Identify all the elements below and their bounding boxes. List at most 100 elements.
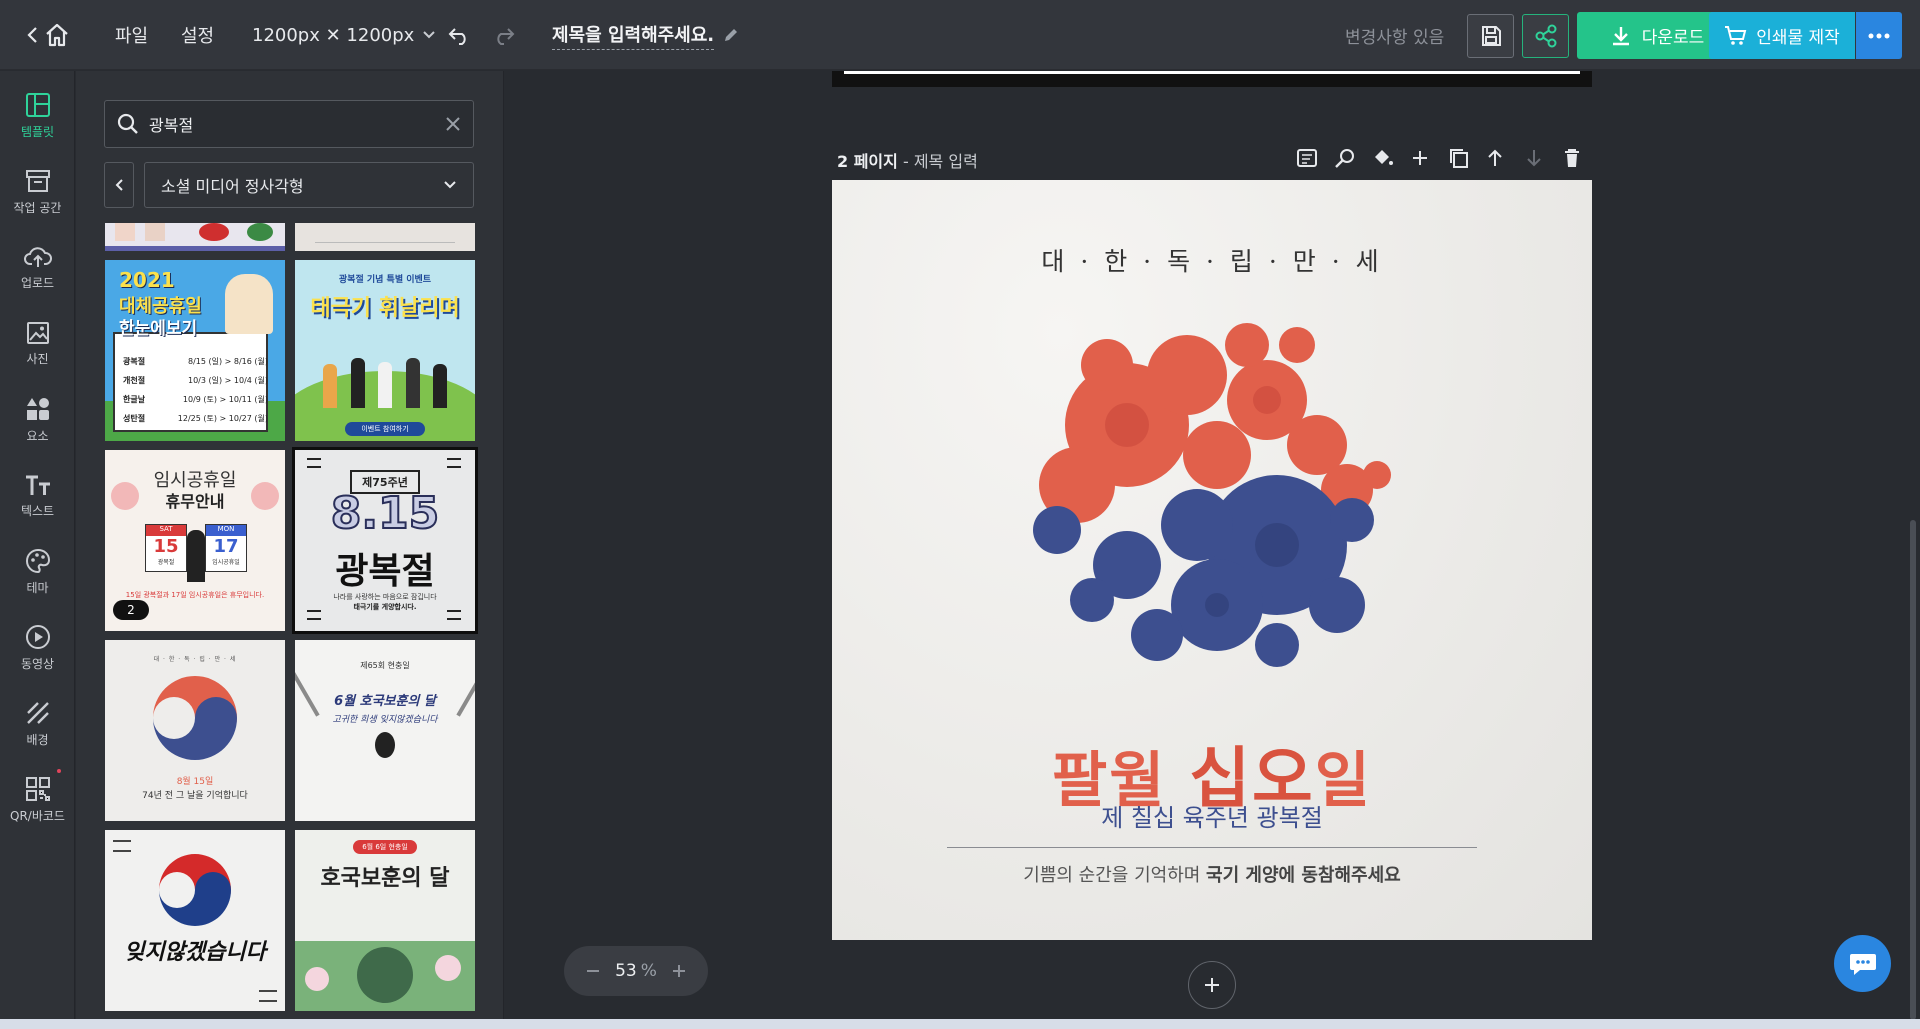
copy-icon — [1450, 149, 1468, 168]
cal-day: MON — [206, 525, 246, 536]
chat-support-button[interactable] — [1834, 935, 1891, 992]
rail-label: 요소 — [26, 429, 49, 443]
save-status: 변경사항 있음 — [1345, 27, 1445, 48]
rail-item-theme[interactable]: 테마 — [0, 537, 75, 607]
print-order-button[interactable]: 인쇄물 제작 — [1709, 12, 1855, 59]
duplicate-page-button[interactable] — [1448, 145, 1470, 171]
canvas-size-label: 1200px ✕ 1200px — [252, 24, 415, 46]
row-value: 12/25 (토) > 10/27 (월) — [177, 414, 268, 423]
template-thumb-partial[interactable] — [105, 223, 285, 251]
row-label: 성탄절 — [123, 414, 146, 423]
redo-icon — [497, 28, 515, 45]
zoom-control: 53% — [564, 946, 708, 996]
download-label: 다운로드 — [1641, 28, 1705, 48]
thumb-year: 2021 — [119, 268, 175, 292]
move-page-down-button[interactable] — [1525, 145, 1543, 171]
undo-button[interactable] — [447, 0, 471, 70]
zoom-in-icon[interactable] — [672, 964, 686, 978]
rail-item-templates[interactable]: 템플릿 — [0, 81, 75, 151]
print-label: 인쇄물 제작 — [1756, 28, 1840, 48]
workspace-icon — [25, 170, 50, 192]
page-title-input[interactable]: 제목 입력 — [914, 152, 978, 171]
rail-label: 작업 공간 — [13, 201, 62, 215]
back-home-button[interactable] — [26, 0, 70, 70]
page-magic-button[interactable] — [1334, 145, 1356, 171]
top-bar: 파일 설정 1200px ✕ 1200px 제목을 입력해주세요. 변경사항 있… — [0, 0, 1920, 70]
template-thumb-memorial-month[interactable]: 제65회 현충일 6월 호국보훈의 달 고귀한 희생 잊지않겠습니다 — [295, 640, 475, 821]
page-notes-button[interactable] — [1296, 145, 1318, 171]
previous-page-edge[interactable] — [832, 71, 1592, 87]
search-icon — [117, 113, 138, 134]
rail-label: 템플릿 — [20, 125, 55, 139]
browser-bottom-strip — [0, 1019, 1920, 1029]
template-thumb-holiday-calendar[interactable]: 2021 대체공휴일 한눈에보기 광복절 8/15 (일) > 8/16 (월) … — [105, 260, 285, 441]
rail-item-text[interactable]: 텍스트 — [0, 461, 75, 531]
rail-item-qr[interactable]: QR/바코드 — [0, 765, 75, 835]
template-thumb-815[interactable]: 제75주년 8.15 광복절 나라를 사랑하는 마음으로 잠깁니다 태극기를 게… — [292, 447, 478, 634]
rail-item-upload[interactable]: 업로드 — [0, 233, 75, 303]
document-title-text: 제목을 입력해주세요. — [552, 21, 715, 50]
elements-icon — [26, 398, 49, 420]
thumb-title: 잊지않겠습니다 — [124, 940, 266, 965]
chevron-down-icon — [423, 31, 436, 39]
template-thumb-never-forget[interactable]: 잊지않겠습니다 — [105, 830, 285, 1011]
more-dots-icon — [1868, 33, 1890, 38]
rail-item-photo[interactable]: 사진 — [0, 309, 75, 379]
chevron-down-icon — [444, 181, 456, 189]
share-button[interactable] — [1522, 14, 1569, 58]
category-back-button[interactable] — [104, 162, 134, 208]
search-input[interactable]: 광복절 — [149, 112, 435, 136]
cart-icon — [1725, 25, 1747, 45]
rail-label: 업로드 — [20, 276, 55, 290]
template-thumb-holiday-notice[interactable]: 임시공휴일 휴무안내 SAT 15 광복절 MON 17 임시공휴일 15일 광… — [105, 450, 285, 631]
pencil-icon — [725, 29, 738, 41]
thumb-button: 이벤트 참여하기 — [345, 422, 425, 436]
page-fill-button[interactable] — [1372, 145, 1394, 171]
menu-settings[interactable]: 설정 — [181, 0, 214, 70]
add-page-bottom-button[interactable] — [1188, 961, 1236, 1009]
design-caption[interactable]: 기쁨의 순간을 기억하며 국기 게양에 동참해주세요 — [832, 861, 1592, 887]
design-divider — [947, 847, 1477, 848]
design-subtitle[interactable]: 제 칠십 육주년 광복절 — [832, 798, 1592, 833]
canvas-scrollbar[interactable] — [1910, 520, 1916, 1020]
thumb-top: 제65회 현충일 — [360, 661, 410, 670]
more-menu-button[interactable] — [1856, 12, 1902, 59]
canvas-size-dropdown[interactable]: 1200px ✕ 1200px — [252, 0, 436, 70]
trash-icon — [1565, 149, 1579, 167]
design-page[interactable]: 대 · 한 · 독 · 립 · 만 · 세 팔월 십오일 제 칠십 육주년 광복… — [832, 180, 1592, 940]
zoom-value[interactable]: 53 — [615, 961, 637, 981]
zoom-out-icon[interactable] — [586, 969, 600, 973]
template-thumb-flower-taeguk[interactable]: 대 · 한 · 독 · 립 · 만 · 세 8월 15일 74년 전 그 날을 … — [105, 640, 285, 821]
notes-icon — [1297, 149, 1317, 167]
flower-taeguk-artwork[interactable] — [1017, 305, 1407, 695]
save-button[interactable] — [1467, 14, 1514, 58]
menu-file[interactable]: 파일 — [115, 0, 148, 70]
redo-button[interactable] — [492, 0, 516, 70]
template-search[interactable]: 광복절 — [104, 100, 474, 148]
design-top-text[interactable]: 대 · 한 · 독 · 립 · 만 · 세 — [832, 242, 1592, 278]
thumb-title-1: 6월 호국보훈의 달 — [334, 694, 436, 709]
template-thumb-partial[interactable] — [295, 223, 475, 251]
move-page-up-button[interactable] — [1486, 145, 1504, 171]
add-page-button[interactable] — [1411, 145, 1429, 171]
document-title[interactable]: 제목을 입력해주세요. — [552, 0, 740, 70]
category-select-value: 소셜 미디어 정사각형 — [161, 177, 304, 196]
rail-item-elements[interactable]: 요소 — [0, 385, 75, 455]
video-icon — [25, 625, 50, 649]
rail-item-workspace[interactable]: 작업 공간 — [0, 157, 75, 227]
category-select[interactable]: 소셜 미디어 정사각형 — [144, 162, 474, 208]
delete-page-button[interactable] — [1563, 145, 1581, 171]
save-icon — [1481, 26, 1501, 46]
cal-note: 임시공휴일 — [212, 559, 240, 566]
thumb-title: 호국보훈의 달 — [320, 866, 450, 891]
template-thumb-memorial-flowers[interactable]: 6월 6일 현충일 호국보훈의 달 — [295, 830, 475, 1011]
rail-label: 사진 — [26, 352, 49, 366]
rail-item-video[interactable]: 동영상 — [0, 613, 75, 683]
rail-item-background[interactable]: 배경 — [0, 689, 75, 759]
thumb-sub-1: 나라를 사랑하는 마음으로 잠깁니다 — [333, 593, 437, 601]
text-icon — [25, 475, 50, 495]
cal-day: SAT — [146, 525, 186, 536]
arrow-down-icon — [1527, 150, 1541, 167]
clear-search-icon[interactable] — [445, 116, 461, 132]
template-thumb-taegukgi-event[interactable]: 광복절 기념 특별 이벤트 태극기 휘날리며 이벤트 참여하기 — [295, 260, 475, 441]
